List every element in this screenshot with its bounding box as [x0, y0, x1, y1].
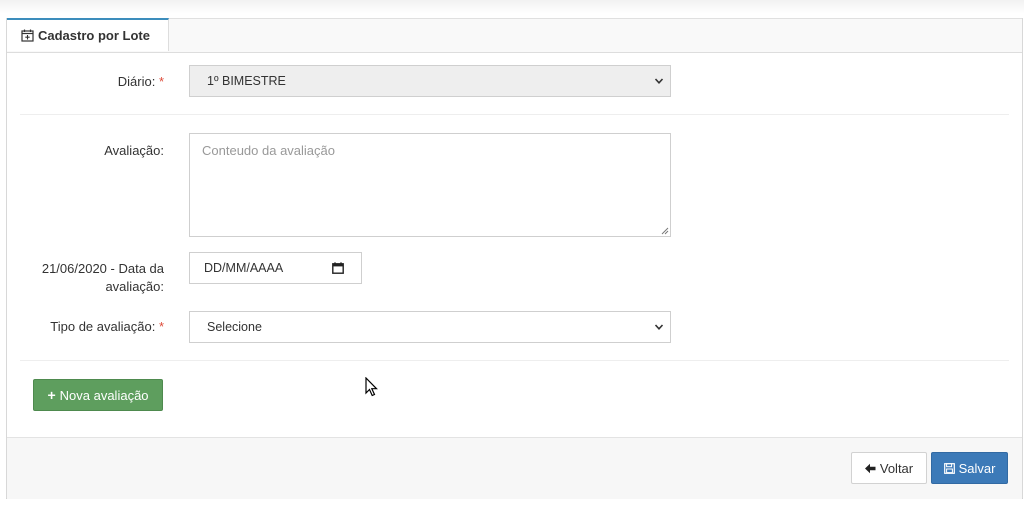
- page-top-shadow: [0, 0, 1024, 14]
- chevron-down-icon: [654, 78, 664, 84]
- diario-selected-value: 1º BIMESTRE: [207, 74, 286, 88]
- voltar-button[interactable]: Voltar: [851, 452, 927, 484]
- nova-avaliacao-button[interactable]: + Nova avaliação: [33, 379, 163, 411]
- avaliacao-textarea[interactable]: Conteudo da avaliação: [189, 133, 671, 237]
- data-label-line1: 21/06/2020 - Data da: [41, 261, 164, 276]
- avaliacao-placeholder: Conteudo da avaliação: [202, 143, 335, 158]
- section-divider: [20, 360, 1009, 361]
- resize-handle-icon[interactable]: [661, 227, 669, 235]
- avaliacao-label: Avaliação:: [104, 143, 164, 158]
- data-avaliacao-input[interactable]: DD/MM/AAAA: [189, 252, 362, 284]
- save-icon: [943, 462, 955, 474]
- salvar-label: Salvar: [958, 460, 996, 476]
- tab-label: Cadastro por Lote: [38, 28, 150, 43]
- form-panel: Cadastro por Lote Diário: * 1º BIMESTRE …: [6, 18, 1023, 499]
- diario-select[interactable]: 1º BIMESTRE: [189, 65, 671, 97]
- voltar-label: Voltar: [879, 460, 914, 476]
- data-label: 21/06/2020 - Data da avaliação:: [19, 260, 164, 296]
- plus-icon: +: [47, 387, 56, 403]
- form-footer: Voltar Salvar: [7, 437, 1022, 499]
- mouse-cursor-icon: [365, 377, 378, 397]
- tab-bar: Cadastro por Lote: [7, 18, 1022, 53]
- required-mark: *: [158, 319, 164, 334]
- nova-avaliacao-label: Nova avaliação: [59, 387, 149, 403]
- tipo-label: Tipo de avaliação: *: [19, 318, 164, 336]
- section-divider: [20, 114, 1009, 115]
- tipo-label-text: Tipo de avaliação:: [50, 319, 156, 334]
- calendar-icon[interactable]: [332, 262, 344, 274]
- chevron-down-icon: [654, 324, 664, 330]
- date-placeholder: DD/MM/AAAA: [204, 261, 284, 275]
- tipo-selected-value: Selecione: [207, 320, 262, 334]
- diario-label-text: Diário:: [117, 74, 156, 89]
- calendar-plus-icon: [21, 29, 34, 42]
- data-label-line2: avaliação:: [105, 279, 164, 294]
- diario-label: Diário: *: [19, 73, 164, 91]
- required-mark: *: [158, 74, 164, 89]
- arrow-left-icon: [864, 463, 876, 473]
- tipo-avaliacao-select[interactable]: Selecione: [189, 311, 671, 343]
- tab-cadastro-por-lote[interactable]: Cadastro por Lote: [7, 18, 169, 51]
- salvar-button[interactable]: Salvar: [931, 452, 1008, 484]
